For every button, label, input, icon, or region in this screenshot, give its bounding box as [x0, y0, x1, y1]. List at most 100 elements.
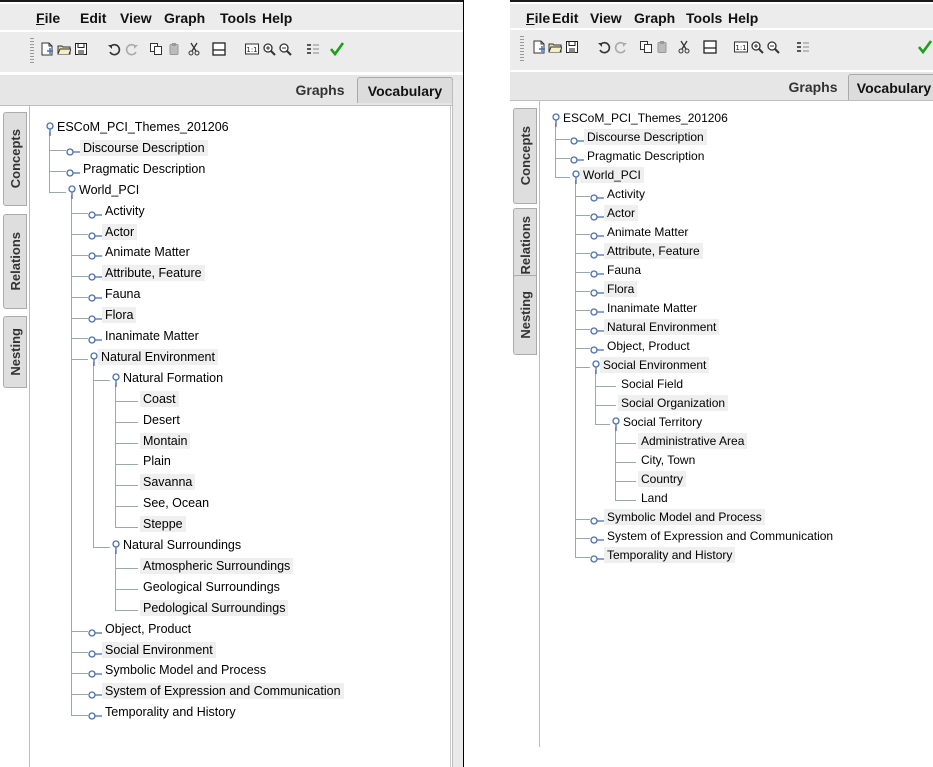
tree-node[interactable]: Natural Formation	[120, 370, 226, 386]
tree-node[interactable]: Desert	[140, 412, 183, 428]
copy-icon[interactable]	[639, 39, 653, 53]
tree-node[interactable]: Pragmatic Description	[80, 161, 208, 177]
tree-node[interactable]: Geological Surroundings	[140, 579, 283, 595]
zoom-out-icon[interactable]	[766, 39, 780, 54]
tree-node[interactable]: Attribute, Feature	[604, 243, 703, 259]
menu-file[interactable]: File	[36, 10, 60, 26]
tree-node[interactable]: Social Field	[618, 376, 686, 392]
menu-tools[interactable]: Tools	[686, 10, 722, 26]
expand-toggle-icon[interactable]	[66, 143, 80, 162]
tree-node[interactable]: Social Environment	[600, 357, 710, 373]
validate-check-icon[interactable]	[329, 41, 345, 57]
expand-toggle-icon[interactable]	[590, 208, 604, 227]
layout-icon[interactable]	[703, 39, 717, 54]
expand-toggle-icon[interactable]	[590, 189, 604, 208]
menu-file[interactable]: File	[526, 10, 550, 26]
menu-tools[interactable]: Tools	[220, 10, 256, 26]
expand-toggle-icon[interactable]	[88, 624, 102, 643]
tree-node[interactable]: Pedological Surroundings	[140, 599, 289, 616]
tab-vocabulary[interactable]: Vocabulary	[848, 74, 933, 100]
tree-node[interactable]: Object, Product	[604, 338, 693, 354]
tree-node[interactable]: Natural Surroundings	[120, 537, 244, 553]
cut-icon[interactable]	[677, 39, 691, 54]
tree-node[interactable]: Social Environment	[102, 641, 216, 658]
expand-toggle-icon[interactable]	[590, 246, 604, 265]
expand-toggle-icon[interactable]	[590, 322, 604, 341]
zoom-100-icon[interactable]: 1:1	[245, 41, 259, 55]
menu-edit[interactable]: Edit	[80, 10, 106, 26]
redo-icon[interactable]	[125, 41, 139, 56]
tree-node[interactable]: Animate Matter	[102, 244, 193, 260]
menu-graph[interactable]: Graph	[634, 10, 675, 26]
zoom-in-icon[interactable]	[262, 41, 276, 56]
tree-node[interactable]: Activity	[604, 186, 648, 202]
tree-node[interactable]: Savanna	[140, 474, 196, 491]
copy-icon[interactable]	[149, 41, 163, 55]
side-tab-concepts[interactable]: Concepts	[513, 108, 537, 204]
save-icon[interactable]	[565, 39, 579, 53]
tree-node[interactable]: Country	[638, 471, 687, 487]
tree-node[interactable]: Inanimate Matter	[604, 300, 700, 316]
expand-toggle-icon[interactable]	[66, 164, 80, 183]
toolbar-grip[interactable]	[30, 38, 34, 64]
expand-toggle-icon[interactable]	[88, 247, 102, 266]
tree-node[interactable]: Land	[638, 490, 671, 506]
expand-toggle-icon[interactable]	[88, 645, 102, 664]
tree-node[interactable]: World_PCI	[580, 167, 644, 183]
tree-node[interactable]: Discourse Description	[584, 129, 707, 145]
expand-toggle-icon[interactable]	[590, 284, 604, 303]
tree-node[interactable]: Pragmatic Description	[584, 148, 707, 164]
tree-node[interactable]: Plain	[140, 453, 174, 469]
tree-node[interactable]: System of Expression and Communication	[102, 683, 344, 700]
expand-toggle-icon[interactable]	[590, 531, 604, 550]
side-tab-relations[interactable]: Relations	[3, 214, 27, 309]
tree-node[interactable]: Actor	[604, 205, 639, 221]
tree-node[interactable]: Temporality and History	[604, 547, 736, 563]
expand-toggle-icon[interactable]	[590, 303, 604, 322]
save-icon[interactable]	[74, 41, 88, 55]
tree-node[interactable]: Inanimate Matter	[102, 328, 202, 344]
tree-node[interactable]: Flora	[102, 307, 137, 324]
toolbar-grip[interactable]	[520, 36, 524, 62]
cut-icon[interactable]	[187, 41, 201, 56]
tree-node[interactable]: Montain	[140, 432, 191, 449]
side-tab-nesting[interactable]: Nesting	[513, 275, 537, 355]
new-document-icon[interactable]	[532, 39, 546, 54]
tab-vocabulary[interactable]: Vocabulary	[357, 77, 453, 103]
expand-toggle-icon[interactable]	[590, 227, 604, 246]
tree-node[interactable]: See, Ocean	[140, 495, 212, 511]
expand-toggle-icon[interactable]	[570, 132, 584, 151]
tree-node[interactable]: Steppe	[140, 516, 186, 533]
expand-toggle-icon[interactable]	[88, 707, 102, 726]
tree-node[interactable]: ESCoM_PCI_Themes_201206	[54, 119, 232, 135]
paste-icon[interactable]	[167, 41, 181, 55]
tree-node[interactable]: Atmospheric Surroundings	[140, 557, 294, 574]
expand-toggle-icon[interactable]	[88, 206, 102, 225]
tree-node[interactable]: World_PCI	[76, 182, 142, 198]
tree-node[interactable]: Discourse Description	[80, 139, 208, 156]
expand-toggle-icon[interactable]	[88, 289, 102, 308]
new-document-icon[interactable]	[40, 41, 54, 56]
zoom-out-icon[interactable]	[278, 41, 292, 56]
tree-node[interactable]: Temporality and History	[102, 704, 239, 720]
tree-node[interactable]: Natural Environment	[98, 348, 218, 365]
tree-node[interactable]: Administrative Area	[638, 433, 748, 449]
open-folder-icon[interactable]	[548, 39, 563, 53]
tree-node[interactable]: City, Town	[638, 452, 698, 468]
tree-node[interactable]: System of Expression and Communication	[604, 528, 836, 544]
redo-icon[interactable]	[614, 39, 628, 54]
tree-node[interactable]: Social Organization	[618, 395, 729, 411]
tree-node[interactable]: Animate Matter	[604, 224, 691, 240]
menu-view[interactable]: View	[590, 10, 622, 26]
validate-check-icon[interactable]	[917, 39, 933, 55]
tree-node[interactable]: Object, Product	[102, 621, 194, 637]
menu-help[interactable]: Help	[728, 10, 758, 26]
tree-node[interactable]: Symbolic Model and Process	[604, 509, 765, 525]
properties-icon[interactable]	[796, 39, 810, 53]
expand-toggle-icon[interactable]	[88, 665, 102, 684]
tab-graphs[interactable]: Graphs	[778, 74, 848, 99]
expand-toggle-icon[interactable]	[590, 265, 604, 284]
undo-icon[interactable]	[597, 39, 611, 54]
zoom-in-icon[interactable]	[750, 39, 764, 54]
menu-edit[interactable]: Edit	[552, 10, 578, 26]
